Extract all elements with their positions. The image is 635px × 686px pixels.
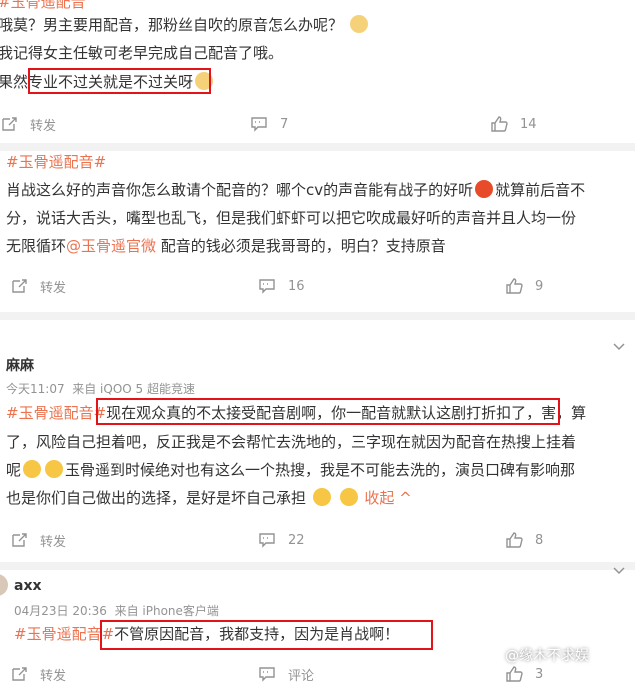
repost-icon bbox=[12, 279, 27, 293]
comment-button[interactable]: 7 bbox=[250, 112, 288, 136]
chevron-down-icon[interactable] bbox=[612, 564, 626, 578]
angry-emoji-icon bbox=[475, 180, 494, 198]
comment-icon bbox=[259, 279, 275, 294]
separator bbox=[0, 312, 635, 320]
repost-icon bbox=[12, 533, 27, 547]
post-4-actions: 转发 评论 3 bbox=[0, 662, 635, 686]
username[interactable]: axx bbox=[14, 578, 42, 594]
laugh-cry-emoji-icon bbox=[23, 460, 42, 478]
separator bbox=[0, 562, 635, 570]
post-1-tag-partial[interactable]: #玉骨遥配音 bbox=[0, 0, 86, 12]
watermark: @缘木不求娱 bbox=[505, 648, 589, 664]
like-button[interactable]: 14 bbox=[490, 112, 537, 136]
post-3-text-line-4: 也是你们自己做出的选择，是好是坏自己承担 收起 ^ bbox=[6, 488, 412, 507]
comment-button[interactable]: 22 bbox=[258, 528, 305, 552]
collapse-link[interactable]: 收起 ^ bbox=[364, 489, 411, 507]
dog-emoji-icon bbox=[349, 15, 368, 33]
like-icon bbox=[506, 532, 523, 548]
laugh-cry-emoji-icon bbox=[45, 460, 64, 478]
like-button[interactable]: 3 bbox=[505, 662, 543, 686]
separator bbox=[0, 143, 635, 151]
post-1-actions: 转发 7 14 bbox=[0, 112, 635, 136]
comment-button[interactable]: 评论 bbox=[258, 662, 314, 686]
hashtag[interactable]: #玉骨遥配音 bbox=[0, 0, 86, 11]
hashtag[interactable]: #玉骨遥配音# bbox=[6, 152, 106, 172]
highlight-box bbox=[96, 398, 560, 425]
repost-button[interactable]: 转发 bbox=[10, 274, 66, 298]
post-1-text-line-1: 哦莫？男主要用配音，那粉丝自吹的原音怎么办呢？ bbox=[0, 15, 370, 35]
repost-icon bbox=[2, 117, 17, 131]
post-2-text-line-2: 分，说话大舌头，嘴型也乱飞，但是我们虾虾可以把它吹成最好听的声音并且人均一份 bbox=[6, 209, 577, 227]
repost-button[interactable]: 转发 bbox=[0, 112, 56, 136]
mention-link[interactable]: @玉骨遥官微 bbox=[66, 237, 156, 255]
like-button[interactable]: 9 bbox=[505, 274, 543, 298]
comment-icon bbox=[259, 533, 275, 548]
comment-icon bbox=[251, 117, 267, 132]
hashtag[interactable]: #玉骨遥配音# bbox=[6, 404, 106, 422]
post-meta: 今天11:07 来自 iQOO 5 超能竞速 bbox=[6, 382, 195, 396]
highlight-box bbox=[28, 68, 211, 94]
hug-emoji-icon bbox=[312, 488, 331, 506]
like-icon bbox=[506, 666, 523, 682]
repost-icon bbox=[12, 667, 27, 681]
post-3-text-line-3: 呢玉骨遥到时候绝对也有这么一个热搜，我是不可能去洗的，演员口碑有影响那 bbox=[6, 460, 576, 479]
post-1-text-line-2: 我记得女主任敏可老早完成自己配音了哦。 bbox=[0, 44, 284, 62]
highlight-box bbox=[100, 620, 433, 650]
comment-button[interactable]: 16 bbox=[258, 274, 305, 298]
username[interactable]: 麻麻 bbox=[6, 355, 34, 375]
avatar[interactable] bbox=[0, 574, 8, 596]
like-button[interactable]: 8 bbox=[505, 528, 543, 552]
post-meta: 04月23日 20:36 来自 iPhone客户端 bbox=[14, 604, 219, 618]
comment-icon bbox=[259, 667, 275, 682]
like-icon bbox=[491, 116, 508, 132]
post-3-actions: 转发 22 8 bbox=[0, 528, 635, 552]
post-2-text-line-1: 肖战这么好的声音你怎么敢请个配音的？哪个cv的声音能有战子的好听 就算前后音不 bbox=[6, 180, 586, 199]
post-3-text-line-2: 了，风险自己担着吧，反正我是不会帮忙去洗地的，三字现在就因为配音在热搜上挂着 bbox=[6, 433, 577, 451]
like-icon bbox=[506, 278, 523, 294]
hug-emoji-icon bbox=[339, 488, 358, 506]
post-2-text-line-3: 无限循环@玉骨遥官微 配音的钱必须是我哥哥的，明白？支持原音 bbox=[6, 237, 446, 255]
chevron-down-icon[interactable] bbox=[612, 340, 626, 354]
repost-button[interactable]: 转发 bbox=[10, 662, 66, 686]
post-2-actions: 转发 16 9 bbox=[0, 274, 635, 298]
repost-button[interactable]: 转发 bbox=[10, 528, 66, 552]
